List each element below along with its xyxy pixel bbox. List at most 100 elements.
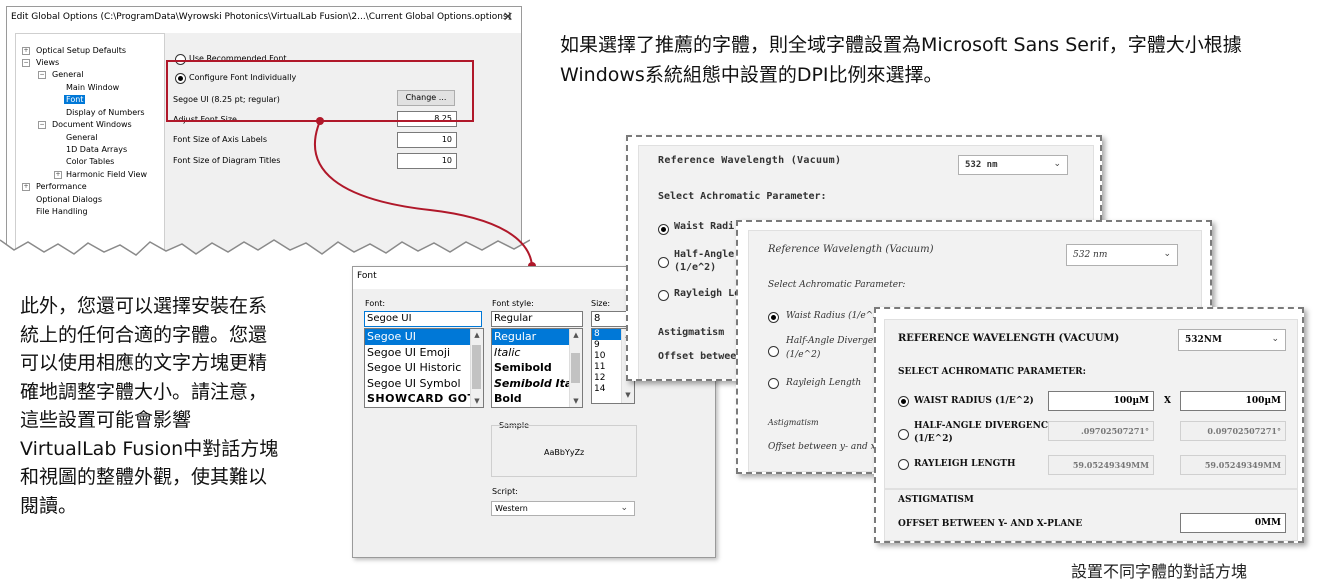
description-top-line-1: 如果選擇了推薦的字體，則全域字體設置為Microsoft Sans Serif，… <box>560 34 1242 56</box>
tree-item-document-windows[interactable]: Document Windows <box>52 120 132 129</box>
half-angle-label: Half-Angle <box>674 249 735 260</box>
half-angle-radio[interactable] <box>658 257 669 268</box>
size-label: Size: <box>591 299 611 308</box>
description-left-line-6: VirtualLab Fusion中對話方塊 <box>20 437 279 460</box>
script-select[interactable]: Western ⌄ <box>491 501 635 516</box>
scroll-up-icon[interactable]: ▲ <box>570 331 582 339</box>
expand-icon[interactable]: + <box>22 183 30 191</box>
tree-item-performance[interactable]: Performance <box>36 182 87 191</box>
scroll-down-icon[interactable]: ▼ <box>471 397 483 405</box>
diagram-titles-font-size-field[interactable]: 10 <box>397 153 457 169</box>
collapse-icon[interactable]: − <box>22 59 30 67</box>
offset-label: OFFSET BETWEEN Y- AND X-PLANE <box>898 519 1083 529</box>
description-left-line-7: 和視圖的整體外觀，使其難以 <box>20 466 268 488</box>
highlight-box <box>166 60 474 122</box>
list-item[interactable]: SHOWCARD GOTHI <box>365 391 483 407</box>
global-options-titlebar: Edit Global Options (C:\ProgramData\Wyro… <box>7 7 521 29</box>
astigmatism-label: Astigmatism <box>658 327 725 338</box>
list-item[interactable]: Segoe UI Historic <box>365 360 483 376</box>
half-angle-label: Half-Angle Divergen <box>786 336 879 346</box>
half-angle-sub-label: (1/e^2) <box>786 350 821 360</box>
close-icon[interactable]: ✕ <box>499 9 517 27</box>
waist-radius-label: WAIST RADIUS (1/E^2) <box>914 396 1034 406</box>
half-angle-radio[interactable] <box>898 429 909 440</box>
script-value: Western <box>495 504 528 513</box>
tree-item-display-of-numbers[interactable]: Display of Numbers <box>66 108 145 117</box>
tree-item-dw-general[interactable]: General <box>66 133 98 142</box>
description-left: 此外，您還可以選擇安裝在系 統上的任何合適的字體。您還 可以使用相應的文字方塊更… <box>20 292 350 520</box>
offset-label: Offset betwee <box>658 351 737 362</box>
script-label: Script: <box>492 487 518 496</box>
waist-radius-y-field[interactable]: 100µM <box>1180 391 1286 411</box>
wavelength-select[interactable]: 532 nm ⌄ <box>1066 244 1178 266</box>
waist-radius-x-field[interactable]: 100µM <box>1048 391 1154 411</box>
offset-label: Offset between y- and x-P <box>768 442 885 452</box>
list-item[interactable]: Segoe UI Symbol <box>365 376 483 392</box>
font-list-scrollbar[interactable]: ▲ ▼ <box>470 329 483 407</box>
description-top-line-2: Windows系統組態中設置的DPI比例來選擇。 <box>560 64 943 86</box>
font-style-input[interactable]: Regular <box>491 311 583 327</box>
rayleigh-length-radio[interactable] <box>768 378 779 389</box>
rayleigh-length-label: RAYLEIGH LENGTH <box>914 459 1016 469</box>
chevron-down-icon: ⌄ <box>1163 248 1171 258</box>
tree-item-font[interactable]: Font <box>64 95 86 104</box>
waist-radius-radio[interactable] <box>898 396 909 407</box>
global-options-title: Edit Global Options (C:\ProgramData\Wyro… <box>11 12 512 22</box>
description-left-line-4: 確地調整字體大小。請注意， <box>20 380 268 403</box>
tree-item-main-window[interactable]: Main Window <box>66 83 119 92</box>
half-angle-label: HALF-ANGLE DIVERGENCE <box>914 421 1055 431</box>
wavelength-select[interactable]: 532 nm ⌄ <box>958 155 1068 175</box>
font-list[interactable]: Segoe UI Segoe UI Emoji Segoe UI Histori… <box>364 328 484 408</box>
tree-item-1d-data-arrays[interactable]: 1D Data Arrays <box>66 145 127 154</box>
select-parameter-label: Select Achromatic Parameter: <box>658 191 827 202</box>
collapse-icon[interactable]: − <box>38 121 46 129</box>
waist-radius-radio[interactable] <box>658 224 669 235</box>
select-parameter-label: Select Achromatic Parameter: <box>768 280 906 290</box>
collapse-icon[interactable]: − <box>38 71 46 79</box>
scroll-down-icon[interactable]: ▼ <box>622 391 634 399</box>
font-name-input[interactable]: Segoe UI <box>364 311 482 327</box>
expand-icon[interactable]: + <box>22 47 30 55</box>
wavelength-select[interactable]: 532NM ⌄ <box>1178 329 1286 351</box>
dialog-caps-font: REFERENCE WAVELENGTH (VACUUM) 532NM ⌄ SE… <box>874 307 1304 543</box>
offset-field[interactable]: 0MM <box>1180 513 1286 533</box>
description-left-line-3: 可以使用相應的文字方塊更精 <box>20 352 268 374</box>
sample-box: AaBbYyZz <box>491 425 637 477</box>
scroll-up-icon[interactable]: ▲ <box>471 331 483 339</box>
font-style-list[interactable]: Regular Italic Semibold Semibold Italic … <box>491 328 583 408</box>
waist-radius-radio[interactable] <box>768 312 779 323</box>
rayleigh-length-radio[interactable] <box>898 459 909 470</box>
astigmatism-label: Astigmatism <box>768 418 819 427</box>
ref-wavelength-label: REFERENCE WAVELENGTH (VACUUM) <box>898 333 1120 344</box>
waist-radius-label: Waist Radi <box>674 221 735 232</box>
tree-item-optional-dialogs[interactable]: Optional Dialogs <box>36 195 102 204</box>
half-angle-sub-label: (1/E^2) <box>914 434 953 444</box>
axis-labels-font-size-label: Font Size of Axis Labels <box>173 135 268 144</box>
chevron-down-icon: ⌄ <box>1271 333 1279 343</box>
font-label: Font: <box>365 299 386 308</box>
font-style-list-scrollbar[interactable]: ▲ ▼ <box>569 329 582 407</box>
scroll-down-icon[interactable]: ▼ <box>570 397 582 405</box>
tree-item-harmonic-field-view[interactable]: Harmonic Field View <box>66 170 147 179</box>
rayleigh-x-field: 59.05249349MM <box>1048 455 1154 475</box>
tree-item-color-tables[interactable]: Color Tables <box>66 157 114 166</box>
axis-labels-font-size-field[interactable]: 10 <box>397 132 457 148</box>
description-left-line-1: 此外，您還可以選擇安裝在系 <box>20 295 268 317</box>
list-item[interactable]: Segoe UI <box>365 329 483 345</box>
sample-text: AaBbYyZz <box>544 448 585 457</box>
half-angle-radio[interactable] <box>768 346 779 357</box>
tree-item-general[interactable]: General <box>52 70 84 79</box>
expand-icon[interactable]: + <box>54 171 62 179</box>
x-separator: X <box>1164 396 1171 406</box>
tree-item-file-handling[interactable]: File Handling <box>36 207 88 216</box>
description-top: 如果選擇了推薦的字體，則全域字體設置為Microsoft Sans Serif，… <box>560 30 1320 90</box>
tree-item-views[interactable]: Views <box>36 58 59 67</box>
list-item[interactable]: Segoe UI Emoji <box>365 345 483 361</box>
rayleigh-length-radio[interactable] <box>658 290 669 301</box>
chevron-down-icon: ⌄ <box>620 503 628 513</box>
font-dialog-title: Font <box>357 271 377 281</box>
waist-radius-label: Waist Radius (1/e^2) <box>786 311 883 321</box>
rayleigh-length-label: Rayleigh Le <box>674 288 741 299</box>
tree-item-optical-setup-defaults[interactable]: Optical Setup Defaults <box>36 46 126 55</box>
chevron-down-icon: ⌄ <box>1053 158 1061 168</box>
